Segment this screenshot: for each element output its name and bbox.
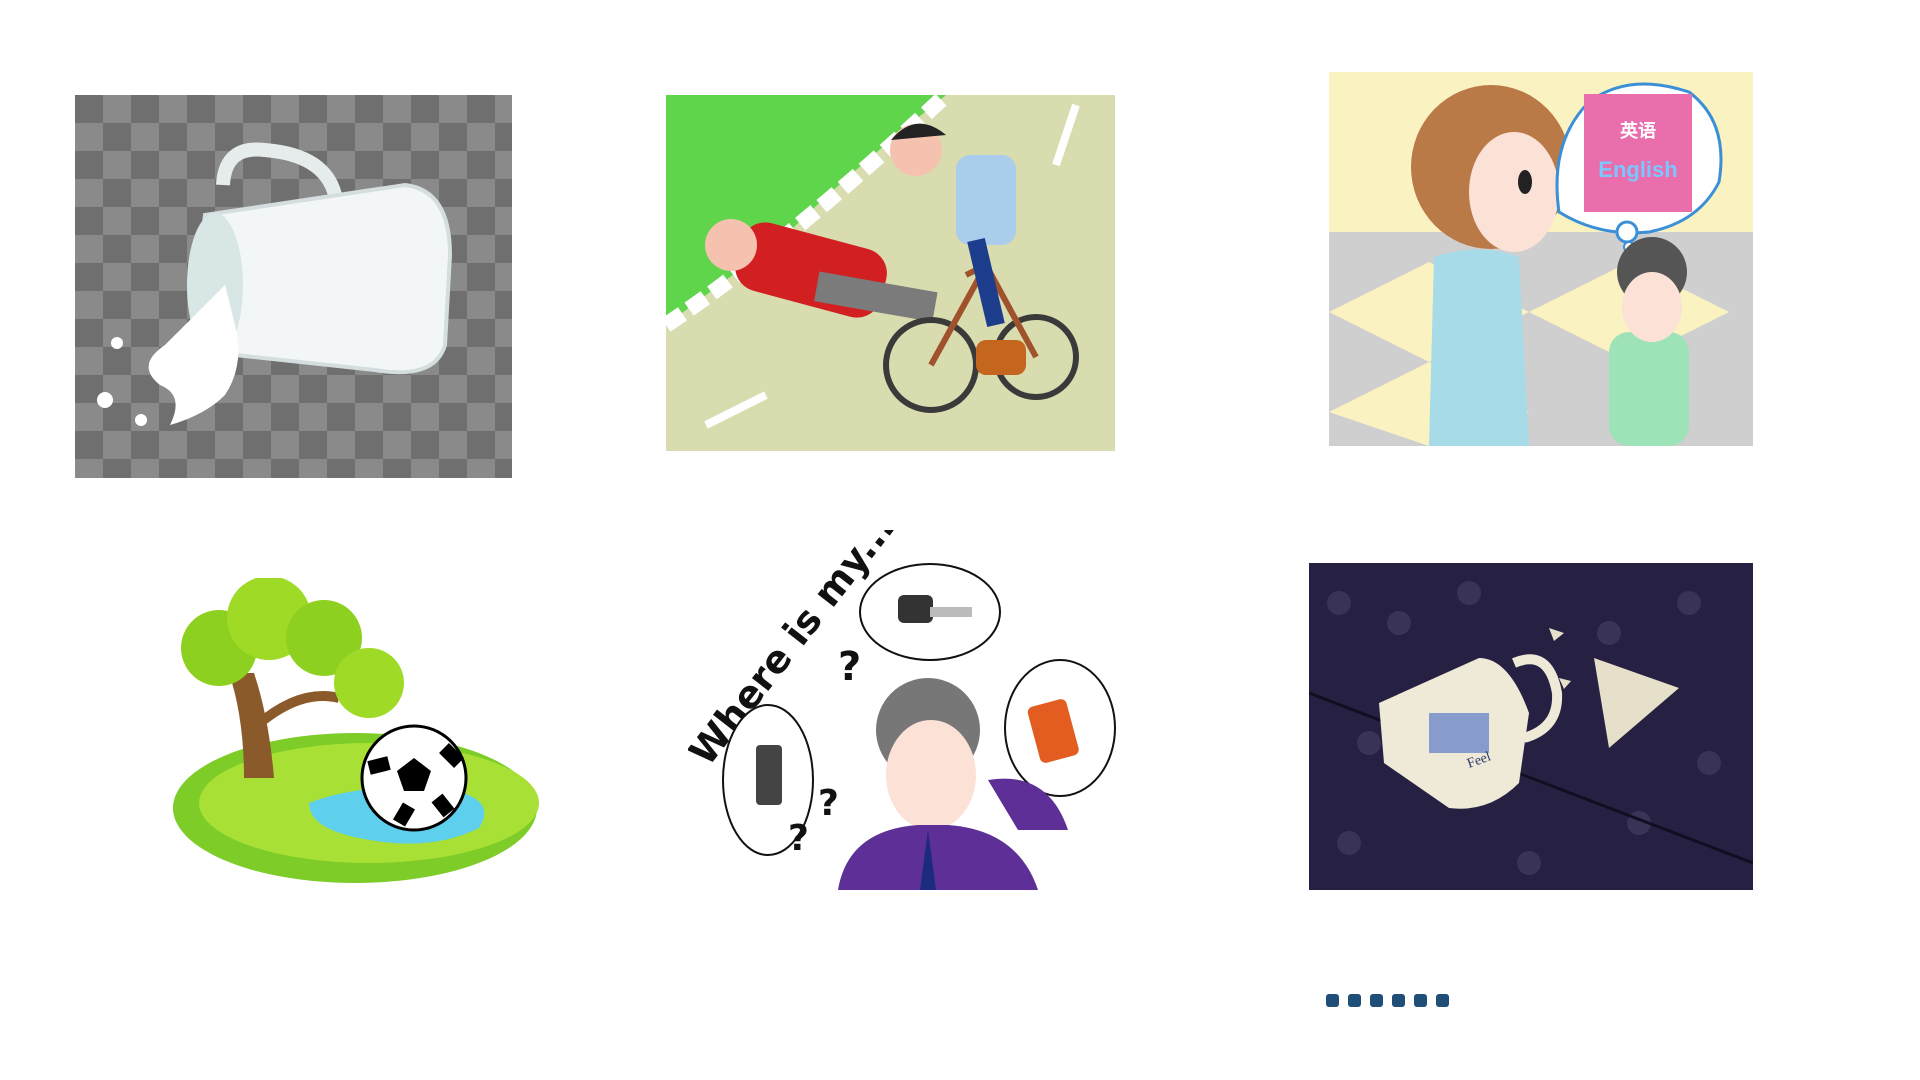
ball-in-pond-icon xyxy=(159,578,542,886)
ellipsis-dot xyxy=(1370,993,1383,1007)
svg-text:?: ? xyxy=(838,644,861,690)
spilled-milk-cup-icon xyxy=(75,95,512,478)
ellipsis-dot xyxy=(1392,993,1405,1007)
ellipsis-dot xyxy=(1348,993,1361,1007)
ellipsis-indicator: ...... xyxy=(1326,985,1449,1015)
svg-text:?: ? xyxy=(788,818,809,859)
book-cover-en: English xyxy=(1598,157,1677,182)
bicycle-accident-icon xyxy=(666,95,1115,451)
ellipsis-dot xyxy=(1326,993,1339,1007)
lost-items-icon: Where is my...? ? ? ? xyxy=(688,530,1120,890)
forgot-english-book-icon: 英语 English xyxy=(1329,72,1753,446)
book-cover-cn: 英语 xyxy=(1619,120,1656,142)
ellipsis-dot xyxy=(1436,993,1449,1007)
ellipsis-dot xyxy=(1414,993,1427,1007)
broken-mug-icon: Feel xyxy=(1309,563,1753,890)
svg-text:?: ? xyxy=(818,783,839,824)
